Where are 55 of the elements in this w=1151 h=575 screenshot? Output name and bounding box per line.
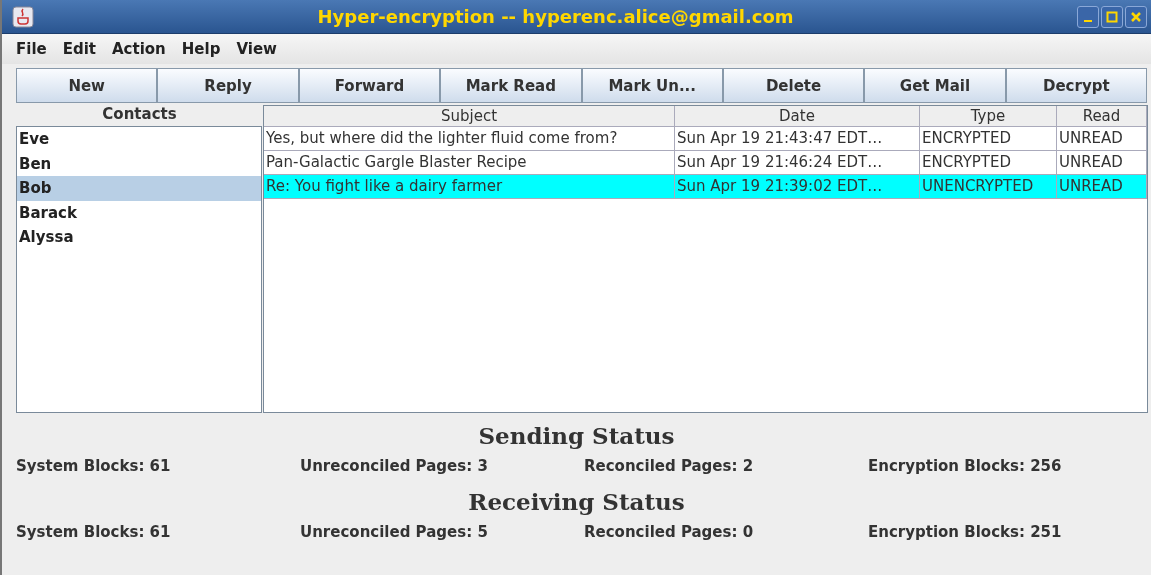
message-row[interactable]: Re: You fight like a dairy farmer Sun Apr 19 21:39:02 EDT… UNENCRYPTED UNREAD xyxy=(264,175,1147,199)
cup-icon xyxy=(12,5,34,28)
table-cell: ENCRYPTED xyxy=(920,151,1057,174)
section-title: Receiving Status xyxy=(467,487,686,517)
table-cell: UNENCRYPTED xyxy=(920,175,1057,198)
column-header[interactable]: Read xyxy=(1057,106,1147,127)
toolbar-button[interactable]: Decrypt xyxy=(1005,68,1147,103)
table-cell: ENCRYPTED xyxy=(920,127,1057,150)
column-header: Contacts xyxy=(101,105,178,125)
menu-item[interactable]: Edit xyxy=(62,40,96,58)
table-cell: Sun Apr 19 21:43:47 EDT… xyxy=(675,127,920,150)
contact-item[interactable]: Ben xyxy=(17,151,261,176)
toolbar-button[interactable]: Get Mail xyxy=(864,68,1006,103)
minimize-icon xyxy=(1084,19,1092,22)
message-row[interactable]: Yes, but where did the lighter fluid come from? Sun Apr 19 21:43:47 EDT… ENCRYPTED UNREAD xyxy=(264,127,1147,151)
window-title: Hyper-encryption -- hyperenc.alice@gmail.com xyxy=(316,6,795,27)
status-field: System Blocks: 61 xyxy=(16,457,300,475)
status-field: System Blocks: 61 xyxy=(16,523,300,541)
menu-item[interactable]: Help xyxy=(181,40,221,58)
contact-item[interactable]: Bob xyxy=(17,176,261,201)
table-cell: UNREAD xyxy=(1057,127,1147,150)
toolbar-button[interactable]: New xyxy=(16,68,158,103)
menu-item[interactable]: View xyxy=(236,40,277,58)
table-cell: Pan-Galactic Gargle Blaster Recipe xyxy=(264,151,675,174)
toolbar-button[interactable]: Mark Read xyxy=(440,68,582,103)
toolbar-button[interactable]: Delete xyxy=(722,68,865,103)
menu-item[interactable]: Action xyxy=(112,40,166,58)
table-cell: Yes, but where did the lighter fluid come from? xyxy=(264,127,675,150)
status-field: Unreconciled Pages: 3 xyxy=(300,457,584,475)
maximize-icon xyxy=(1105,9,1119,24)
close-icon xyxy=(1129,9,1143,24)
status-field: Unreconciled Pages: 5 xyxy=(300,523,584,541)
table-cell: UNREAD xyxy=(1057,151,1147,174)
menu-item[interactable]: File xyxy=(16,40,47,58)
column-header[interactable]: Type xyxy=(920,106,1057,127)
maximize-button[interactable] xyxy=(1101,5,1123,28)
status-field: Encryption Blocks: 256 xyxy=(868,457,1151,475)
status-field: Encryption Blocks: 251 xyxy=(868,523,1151,541)
status-field: Reconciled Pages: 0 xyxy=(584,523,868,541)
table-cell: UNREAD xyxy=(1057,175,1147,198)
column-header[interactable]: Subject xyxy=(264,106,675,127)
contact-item[interactable]: Eve xyxy=(17,127,261,152)
contact-item[interactable]: Barack xyxy=(17,200,261,225)
toolbar-button[interactable]: Reply xyxy=(157,68,299,103)
section-title: Sending Status xyxy=(477,421,676,451)
table-cell: Sun Apr 19 21:39:02 EDT… xyxy=(675,175,920,198)
status-field: Reconciled Pages: 2 xyxy=(584,457,868,475)
minimize-button[interactable] xyxy=(1077,5,1099,28)
toolbar-button[interactable]: Mark Un... xyxy=(581,68,723,103)
table-cell: Sun Apr 19 21:46:24 EDT… xyxy=(675,151,920,174)
close-button[interactable] xyxy=(1125,5,1147,28)
table-cell: Re: You fight like a dairy farmer xyxy=(264,175,675,198)
contact-item[interactable]: Alyssa xyxy=(17,225,261,250)
toolbar-button[interactable]: Forward xyxy=(298,68,441,103)
column-header[interactable]: Date xyxy=(675,106,920,127)
